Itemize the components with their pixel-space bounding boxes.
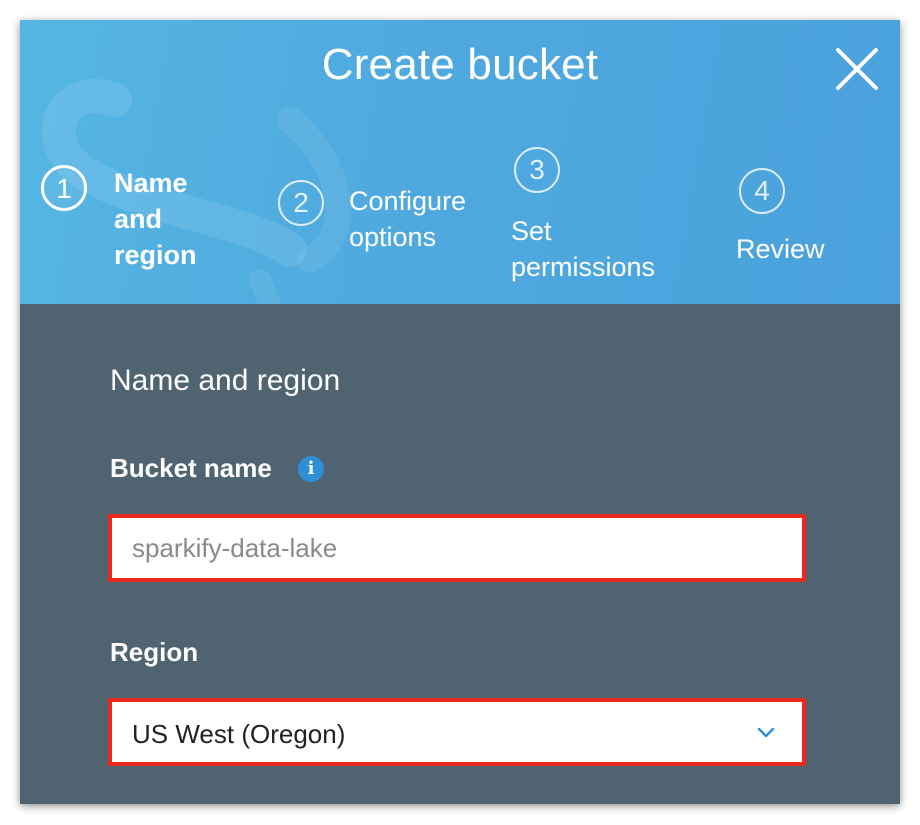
step-number-badge: 3 — [514, 147, 560, 193]
close-icon — [836, 48, 878, 90]
step-label: Review — [736, 234, 825, 264]
create-bucket-dialog: Create bucket 1 Name and region 2 Config… — [20, 20, 900, 804]
region-select[interactable]: US West (Oregon) — [108, 698, 806, 766]
region-selected-value: US West (Oregon) — [132, 719, 346, 749]
bucket-name-input[interactable] — [112, 518, 802, 578]
dialog-title: Create bucket — [321, 40, 599, 89]
region-label: Region — [110, 637, 199, 667]
section-title: Name and region — [110, 364, 341, 397]
info-icon[interactable]: i — [298, 456, 324, 482]
step-label: Set permissions — [511, 216, 656, 282]
bucket-name-label: Bucket name — [110, 453, 272, 483]
step-number-badge: 4 — [739, 168, 785, 214]
step-number-badge: 1 — [41, 165, 87, 211]
chevron-down-icon — [757, 727, 775, 738]
step-label: Name and region — [114, 168, 197, 270]
bucket-name-field[interactable] — [108, 514, 806, 582]
step-number-badge: 2 — [278, 180, 324, 226]
dialog-header: Create bucket 1 Name and region 2 Config… — [20, 20, 900, 304]
close-button[interactable] — [832, 44, 882, 94]
step-label: Configure options — [349, 186, 467, 252]
